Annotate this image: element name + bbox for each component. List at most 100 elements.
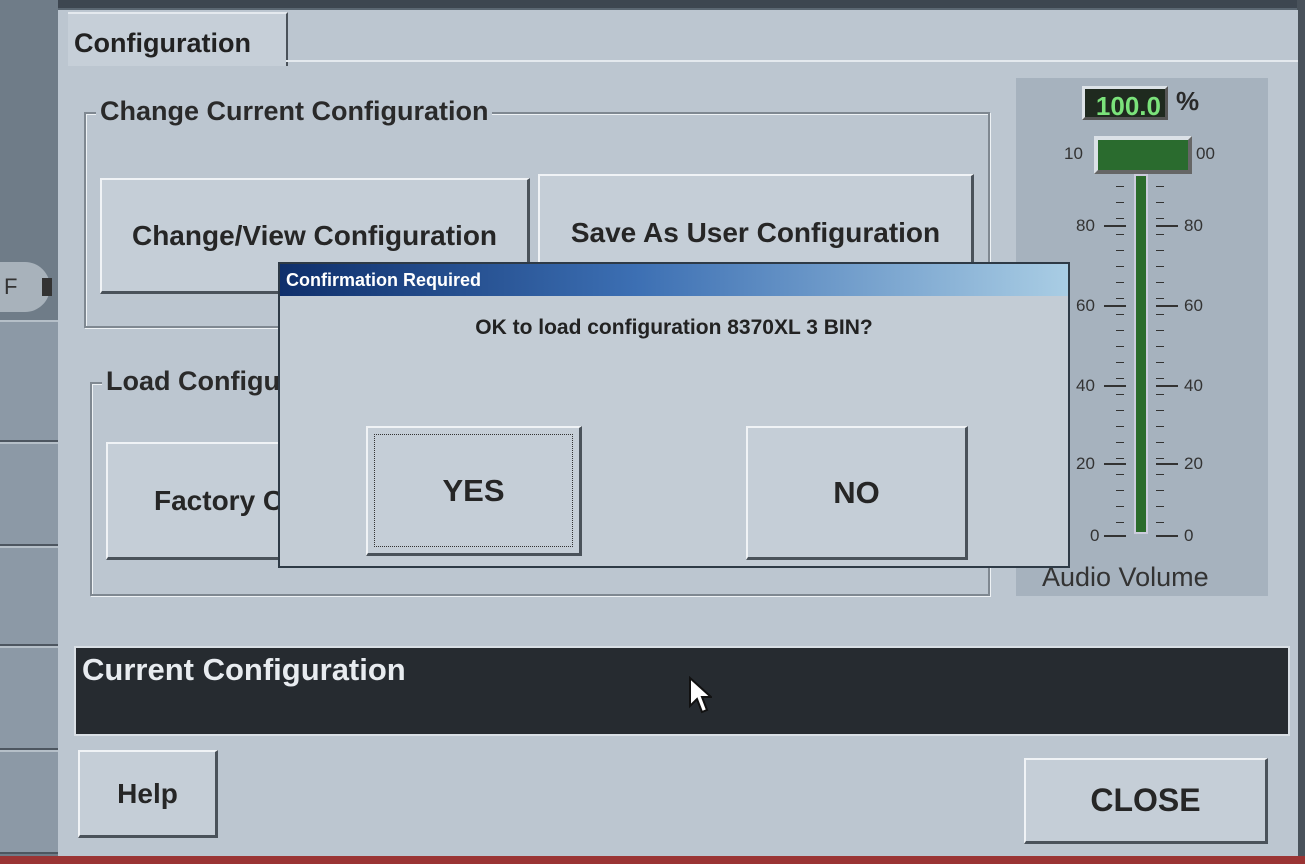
tick-label-right: 80 [1184,216,1203,235]
minor-tick [1116,474,1124,475]
minor-tick [1116,282,1124,283]
major-tick [1104,225,1126,227]
left-side-panel [0,0,58,864]
major-tick [1104,305,1126,307]
minor-tick [1116,266,1124,267]
current-configuration-bar: Current Configuration [74,646,1290,736]
minor-tick [1156,522,1164,523]
minor-tick [1116,346,1124,347]
minor-tick [1116,186,1124,187]
slider-end-label-right: 00 [1196,144,1215,163]
minor-tick [1156,266,1164,267]
major-tick [1156,305,1178,307]
volume-slider-track[interactable] [1134,174,1148,534]
volume-unit: % [1176,86,1200,116]
minor-tick [1156,282,1164,283]
tick-label-left: 80 [1076,216,1095,235]
no-label: NO [833,474,880,510]
major-tick [1156,463,1178,465]
minor-tick [1116,330,1124,331]
minor-tick [1156,186,1164,187]
minor-tick [1156,234,1164,235]
close-button[interactable]: CLOSE [1024,758,1268,844]
minor-tick [1156,314,1164,315]
minor-tick [1156,250,1164,251]
help-label: Help [117,777,178,809]
tick-label-right: 60 [1184,296,1203,315]
minor-tick [1116,378,1124,379]
major-tick [1104,463,1126,465]
minor-tick [1116,458,1124,459]
tab-configuration-label: Configuration [74,28,251,58]
tick-label-right: 40 [1184,376,1203,395]
side-toggle[interactable]: F [0,262,52,312]
mouse-pointer-icon [689,676,712,714]
confirmation-dialog: Confirmation Required OK to load configu… [278,262,1070,568]
minor-tick [1116,490,1124,491]
minor-tick [1116,506,1124,507]
minor-tick [1116,250,1124,251]
side-button[interactable] [0,546,58,646]
tick-label-left: 20 [1076,454,1095,473]
tab-divider [286,60,1298,62]
help-button[interactable]: Help [78,750,218,838]
tick-label-left: 0 [1090,526,1100,545]
minor-tick [1156,330,1164,331]
tick-label-right: 0 [1184,526,1194,545]
minor-tick [1156,378,1164,379]
minor-tick [1156,458,1164,459]
minor-tick [1156,394,1164,395]
minor-tick [1156,202,1164,203]
minor-tick [1156,490,1164,491]
side-button[interactable] [0,646,58,750]
minor-tick [1116,442,1124,443]
major-tick [1156,535,1178,537]
monitor-bezel-top [0,0,1305,8]
minor-tick [1156,362,1164,363]
current-configuration-label: Current Configuration [82,652,406,687]
side-toggle-knob [42,278,52,296]
volume-readout: 100.0 [1082,86,1168,121]
minor-tick [1116,218,1124,219]
change-view-configuration-label: Change/View Configuration [131,219,498,251]
minor-tick [1116,298,1124,299]
minor-tick [1156,346,1164,347]
tick-label-left: 40 [1076,376,1095,395]
tab-configuration[interactable]: Configuration [68,12,288,66]
dialog-title-bar: Confirmation Required [280,264,1068,296]
major-tick [1104,385,1126,387]
change-configuration-title: Change Current Configuration [96,96,493,127]
minor-tick [1156,298,1164,299]
major-tick [1104,535,1126,537]
side-button[interactable] [0,320,58,442]
tick-label-right: 20 [1184,454,1203,473]
save-as-user-configuration-label: Save As User Configuration [570,216,941,248]
tick-label-left: 60 [1076,296,1095,315]
focus-ring [374,434,573,547]
yes-button[interactable]: YES [366,426,582,556]
monitor-bezel-bottom [0,856,1305,864]
minor-tick [1116,314,1124,315]
minor-tick [1116,426,1124,427]
volume-slider-thumb[interactable] [1094,136,1192,174]
no-button[interactable]: NO [746,426,968,560]
dialog-message: OK to load configuration 8370XL 3 BIN? [475,316,873,339]
minor-tick [1116,394,1124,395]
minor-tick [1116,362,1124,363]
minor-tick [1156,506,1164,507]
minor-tick [1156,474,1164,475]
side-button[interactable] [0,750,58,854]
major-tick [1156,385,1178,387]
minor-tick [1116,522,1124,523]
close-label: CLOSE [1090,782,1201,818]
minor-tick [1116,234,1124,235]
slider-end-label-left: 10 [1064,144,1083,163]
minor-tick [1156,442,1164,443]
major-tick [1156,225,1178,227]
side-button[interactable] [0,442,58,546]
minor-tick [1116,410,1124,411]
monitor-bezel-right [1297,0,1305,864]
minor-tick [1156,218,1164,219]
minor-tick [1156,410,1164,411]
minor-tick [1116,202,1124,203]
